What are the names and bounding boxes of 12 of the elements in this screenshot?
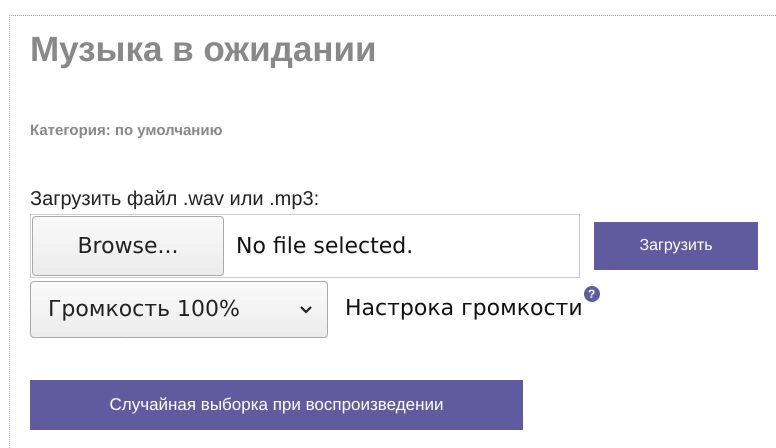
file-input[interactable]: Browse... No file selected. <box>30 214 580 278</box>
upload-label: Загрузить файл .wav или .mp3: <box>30 188 320 211</box>
chevron-down-icon <box>299 304 313 314</box>
browse-button[interactable]: Browse... <box>32 216 224 276</box>
volume-label: Настрока громкости <box>345 296 583 320</box>
file-status: No file selected. <box>236 234 414 258</box>
shuffle-button[interactable]: Случайная выборка при воспроизведении <box>30 380 523 430</box>
page-title: Музыка в ожидании <box>30 30 378 70</box>
upload-button[interactable]: Загрузить <box>594 222 758 270</box>
volume-select[interactable]: Громкость 100% <box>30 281 328 338</box>
category-text: Категория: по умолчанию <box>30 122 224 139</box>
help-icon[interactable]: ? <box>584 286 600 302</box>
